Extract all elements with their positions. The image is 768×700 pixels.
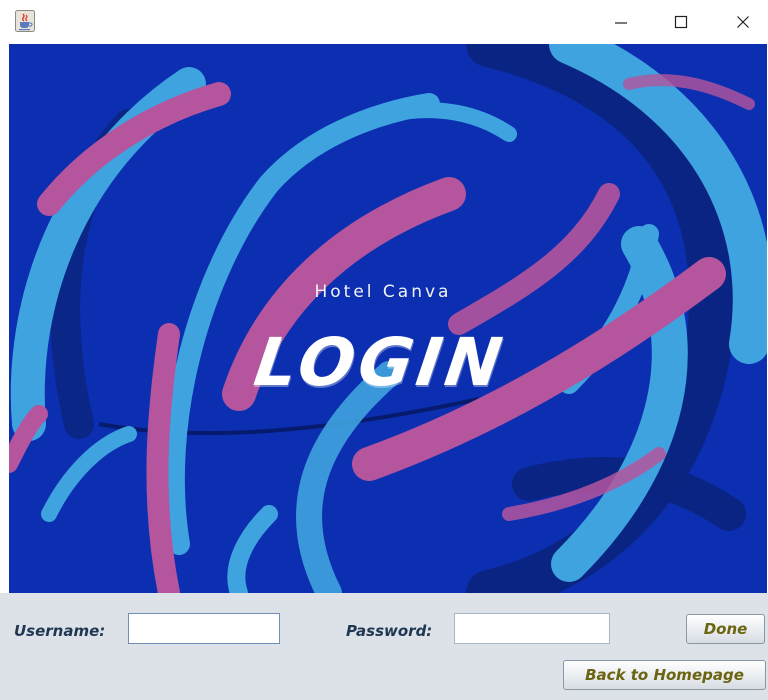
title-bar[interactable]: [0, 0, 768, 44]
minimize-icon: [615, 22, 627, 24]
login-window: Hotel Canva LOGIN Username: Password: Do…: [0, 0, 768, 700]
maximize-icon: [674, 15, 688, 29]
login-banner-image: Hotel Canva LOGIN: [9, 44, 767, 593]
password-input[interactable]: [454, 613, 610, 644]
java-cup-icon: [15, 10, 35, 32]
maximize-button[interactable]: [658, 0, 704, 44]
close-icon: [737, 16, 749, 28]
back-to-homepage-button[interactable]: Back to Homepage: [563, 660, 766, 690]
close-button[interactable]: [720, 0, 766, 44]
hotel-brand-name: Hotel Canva: [314, 282, 452, 302]
password-label: Password:: [346, 622, 433, 640]
login-form: Username: Password: Done Back to Homepag…: [0, 593, 768, 700]
login-headline: LOGIN: [249, 324, 511, 401]
minimize-button[interactable]: [598, 0, 644, 44]
username-input[interactable]: [128, 613, 280, 644]
username-label: Username:: [14, 622, 106, 640]
done-button[interactable]: Done: [686, 614, 765, 644]
brush-swirl-background: [9, 44, 767, 593]
